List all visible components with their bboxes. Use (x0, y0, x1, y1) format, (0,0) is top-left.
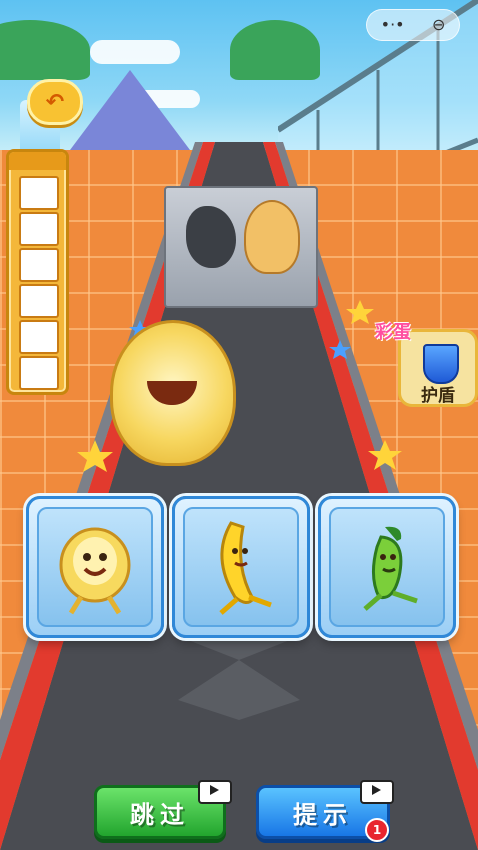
shield-icon (423, 344, 459, 384)
back-button[interactable]: ↶ (27, 79, 83, 125)
dots-icon[interactable]: •·• (381, 17, 405, 33)
answer-card-banana[interactable] (172, 496, 310, 638)
metal-wall (164, 186, 318, 308)
cabbage-runner (110, 320, 236, 466)
answer-slot[interactable] (19, 212, 59, 246)
hint-count-badge: 1 (365, 818, 389, 842)
record-icon[interactable]: ⊖ (432, 17, 445, 33)
mini-program-capsule: •·• ⊖ (366, 9, 460, 41)
slots-header (9, 152, 66, 170)
video-ad-icon (360, 780, 394, 804)
answer-slot[interactable] (19, 248, 59, 282)
hint-label: 提示 (293, 800, 353, 829)
wall-hole (186, 206, 236, 268)
answer-slot[interactable] (19, 284, 59, 318)
game-scene: •·• ⊖ ↶ 护盾 彩蛋 跳过 提示 1 (0, 0, 478, 850)
pepper-icon (363, 526, 418, 611)
fish-character (244, 200, 300, 274)
video-ad-icon (198, 780, 232, 804)
answer-slot[interactable] (19, 176, 59, 210)
cabbage-icon (59, 527, 131, 615)
banana-icon (219, 521, 272, 615)
answer-slot[interactable] (19, 356, 59, 390)
shield-label: 护盾 (421, 386, 455, 406)
undo-arrow-icon: ↶ (45, 89, 65, 115)
cabbage-mouth (147, 381, 197, 405)
easter-egg-tag: 彩蛋 (375, 322, 411, 343)
answer-card-cabbage[interactable] (26, 496, 164, 638)
answer-slots-panel (6, 149, 69, 395)
skip-label: 跳过 (130, 800, 190, 829)
answer-card-pepper[interactable] (318, 496, 456, 638)
conveyor-track (0, 142, 478, 850)
answer-slot[interactable] (19, 320, 59, 354)
